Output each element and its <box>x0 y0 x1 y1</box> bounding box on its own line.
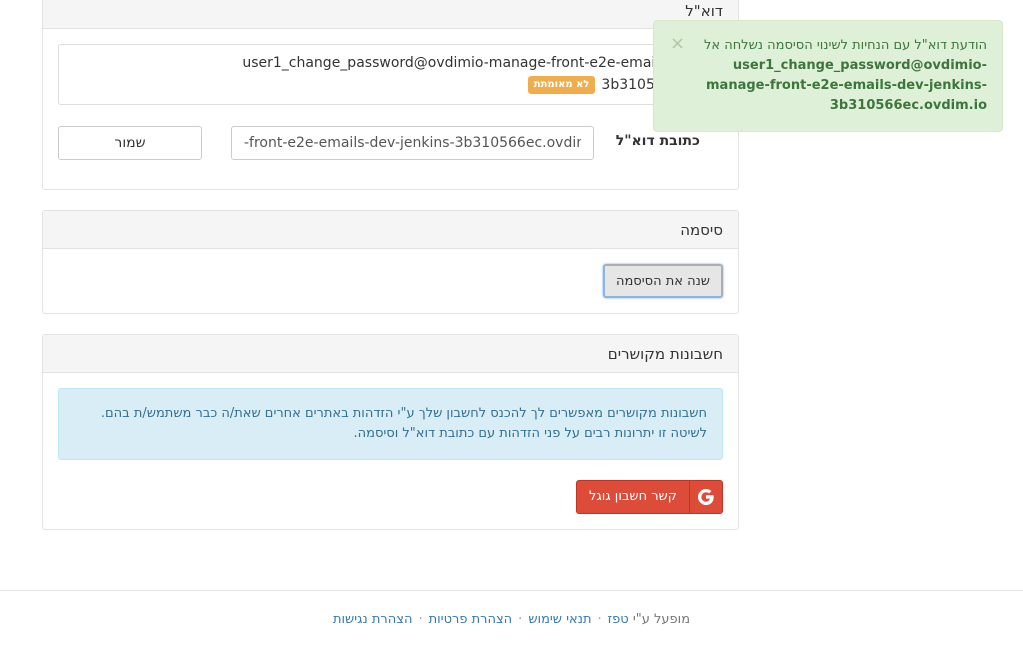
current-email-line1: user1_change_password@ovdimio-manage-fro… <box>242 55 702 71</box>
linked-accounts-panel: חשבונות מקושרים חשבונות מקושרים מאפשרים … <box>42 334 739 530</box>
footer-brand-link[interactable]: טפז <box>608 612 629 627</box>
password-panel: סיסמה שנה את הסיסמה <box>42 210 739 314</box>
toast-message: הודעת דוא"ל עם הנחיות לשינוי הסיסמה נשלח… <box>687 36 987 116</box>
current-email-box: user1_change_password@ovdimio-manage-fro… <box>58 44 723 105</box>
footer-accessibility-link[interactable]: הצהרת נגישות <box>333 612 412 627</box>
email-field[interactable] <box>231 126 594 160</box>
footer-powered-by: מופעל ע"י <box>632 612 691 627</box>
save-button[interactable]: שמור <box>58 126 202 160</box>
email-panel: דוא"ל user1_change_password@ovdimio-mana… <box>42 0 739 190</box>
footer-separator: · <box>597 612 602 627</box>
linked-accounts-info-line2: לשיטה זו יתרונות רבים על פני הזדהות עם כ… <box>353 426 708 441</box>
footer-separator: · <box>518 612 523 627</box>
google-icon <box>689 481 722 513</box>
footer-privacy-link[interactable]: הצהרת פרטיות <box>429 612 513 627</box>
linked-accounts-info: חשבונות מקושרים מאפשרים לך להכנס לחשבון … <box>58 388 723 460</box>
email-panel-title: דוא"ל <box>43 0 738 29</box>
change-password-button[interactable]: שנה את הסיסמה <box>602 264 723 298</box>
toast-message-email: user1_change_password@ovdimio-manage-fro… <box>706 58 987 113</box>
unverified-badge: לא מאומתת <box>527 76 596 94</box>
footer: מופעל ע"י טפז · תנאי שימוש · הצהרת פרטיות · הצ… <box>0 590 1023 651</box>
footer-links: מופעל ע"י טפז · תנאי שימוש · הצהרת פרטיות · הצ… <box>0 612 1023 627</box>
password-panel-title: סיסמה <box>43 211 738 249</box>
link-google-button[interactable]: קשר חשבון גוגל <box>576 480 723 514</box>
link-google-label: קשר חשבון גוגל <box>589 489 677 504</box>
linked-accounts-info-line1: חשבונות מקושרים מאפשרים לך להכנס לחשבון … <box>100 406 707 421</box>
footer-separator: · <box>418 612 423 627</box>
password-reset-toast: × הודעת דוא"ל עם הנחיות לשינוי הסיסמה נש… <box>653 20 1003 132</box>
toast-message-prefix: הודעת דוא"ל עם הנחיות לשינוי הסיסמה נשלח… <box>703 38 987 53</box>
email-field-label: כתובת דוא"ל <box>615 133 700 149</box>
footer-terms-link[interactable]: תנאי שימוש <box>528 612 591 627</box>
close-icon[interactable]: × <box>670 34 685 54</box>
linked-accounts-title: חשבונות מקושרים <box>43 335 738 373</box>
